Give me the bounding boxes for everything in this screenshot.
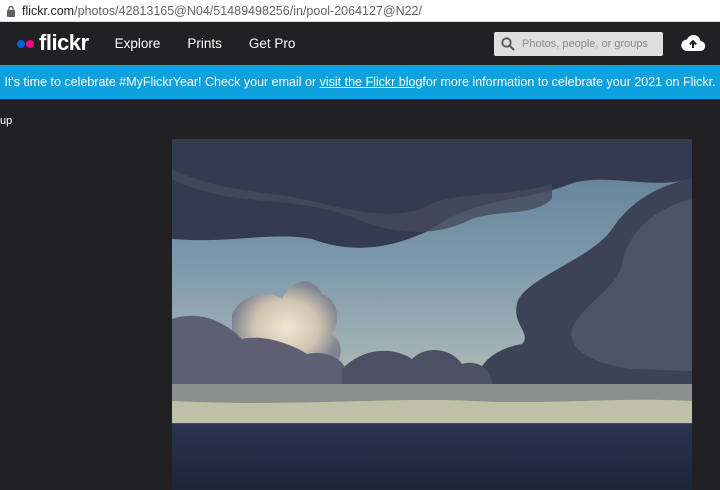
search-box[interactable] (494, 32, 663, 56)
main-photo[interactable] (172, 139, 692, 490)
browser-address-bar[interactable]: flickr.com/photos/42813165@N04/514894982… (0, 0, 720, 22)
search-input[interactable] (522, 38, 660, 50)
url-text[interactable]: flickr.com/photos/42813165@N04/514894982… (22, 4, 422, 18)
announcement-banner: It's time to celebrate #MyFlickrYear! Ch… (0, 65, 720, 99)
banner-text-before: It's time to celebrate #MyFlickrYear! Ch… (4, 75, 317, 89)
nav-explore[interactable]: Explore (115, 36, 161, 51)
lock-icon (0, 0, 22, 22)
flickr-logo[interactable]: flickr (17, 29, 89, 57)
nav-get-pro[interactable]: Get Pro (249, 36, 296, 51)
flickr-blog-link[interactable]: visit the Flickr blog (320, 75, 423, 89)
upload-cloud-icon[interactable] (680, 32, 706, 54)
nav-prints[interactable]: Prints (187, 36, 222, 51)
top-navigation: flickr Explore Prints Get Pro (0, 22, 720, 65)
url-host: flickr.com (22, 3, 75, 18)
logo-pink-dot-icon (26, 39, 34, 48)
logo-text: flickr (39, 29, 89, 55)
logo-blue-dot-icon (17, 39, 25, 48)
search-icon[interactable] (494, 32, 522, 56)
banner-text-after: for more information to celebrate your 2… (422, 75, 716, 89)
url-path: /photos/42813165@N04/51489498256/in/pool… (74, 3, 422, 18)
group-label[interactable]: up (0, 115, 12, 127)
